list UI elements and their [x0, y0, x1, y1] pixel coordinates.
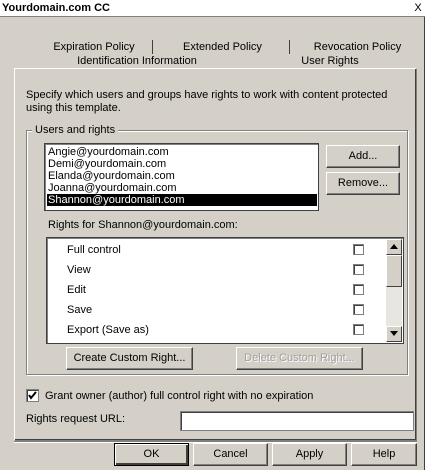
ok-button[interactable]: OK — [114, 443, 189, 466]
rights-scrollbar[interactable] — [386, 239, 402, 342]
rights-list[interactable]: Full control View Edit Save Export (Save… — [46, 237, 404, 344]
right-label: Save — [67, 304, 93, 316]
right-checkbox[interactable] — [353, 264, 364, 275]
user-item[interactable]: Joanna@yourdomain.com — [47, 182, 177, 194]
right-label: Edit — [67, 284, 86, 296]
right-row-full-control[interactable]: Full control — [47, 241, 387, 259]
scroll-thumb[interactable] — [386, 255, 402, 287]
scroll-up-icon[interactable] — [386, 239, 402, 255]
rights-caption: Rights for Shannon@yourdomain.com: — [48, 219, 238, 231]
right-checkbox[interactable] — [353, 284, 364, 295]
checkmark-icon — [28, 391, 37, 400]
right-row-view[interactable]: View — [47, 261, 387, 279]
user-item[interactable]: Angie@yourdomain.com — [47, 146, 169, 158]
scroll-down-icon[interactable] — [386, 326, 402, 342]
right-label: Full control — [67, 244, 121, 256]
delete-custom-right-button[interactable]: Delete Custom Right... — [236, 347, 363, 370]
rights-request-url-input[interactable] — [180, 411, 414, 431]
rights-request-url-label: Rights request URL: — [26, 413, 126, 425]
close-icon[interactable]: X — [412, 1, 424, 15]
help-button[interactable]: Help — [351, 443, 417, 466]
remove-button[interactable]: Remove... — [326, 172, 400, 195]
create-custom-right-button[interactable]: Create Custom Right... — [66, 347, 193, 370]
right-label: View — [67, 264, 91, 276]
grant-owner-checkbox[interactable] — [26, 389, 39, 402]
right-row-save[interactable]: Save — [47, 301, 387, 319]
right-checkbox[interactable] — [353, 304, 364, 315]
right-checkbox[interactable] — [353, 244, 364, 255]
right-row-edit[interactable]: Edit — [47, 281, 387, 299]
user-item-selected[interactable]: Shannon@yourdomain.com — [47, 194, 317, 206]
description-text: Specify which users and groups have righ… — [26, 89, 388, 114]
right-row-export[interactable]: Export (Save as) — [47, 321, 387, 339]
apply-button[interactable]: Apply — [272, 443, 347, 466]
dialog-window: Yourdomain.com CC X Expiration Policy Ex… — [0, 0, 425, 470]
cancel-button[interactable]: Cancel — [193, 443, 268, 466]
user-item[interactable]: Demi@yourdomain.com — [47, 158, 166, 170]
right-checkbox[interactable] — [353, 324, 364, 335]
add-button[interactable]: Add... — [326, 145, 400, 168]
window-title: Yourdomain.com CC — [2, 2, 110, 14]
users-list[interactable]: Angie@yourdomain.com Demi@yourdomain.com… — [44, 143, 319, 211]
title-bar[interactable]: Yourdomain.com CC X — [0, 0, 425, 17]
right-label: Export (Save as) — [67, 324, 149, 336]
user-item[interactable]: Elanda@yourdomain.com — [47, 170, 175, 182]
group-legend: Users and rights — [32, 124, 119, 136]
grant-owner-label: Grant owner (author) full control right … — [45, 390, 314, 402]
